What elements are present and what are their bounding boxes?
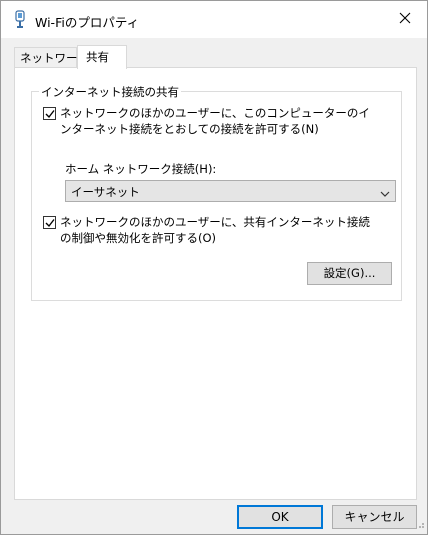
close-icon — [399, 12, 411, 27]
cancel-button[interactable]: キャンセル — [332, 505, 417, 529]
allow-connect-checkbox[interactable] — [43, 107, 56, 120]
allow-connect-label: ネットワークのほかのユーザーに、このコンピューターのインターネット接続をとおして… — [60, 106, 370, 136]
allow-control-checkbox[interactable] — [43, 216, 56, 229]
chevron-down-icon — [380, 187, 390, 201]
title-bar: Wi-Fiのプロパティ — [1, 1, 427, 38]
tab-sharing[interactable]: 共有 — [77, 45, 127, 69]
window-title: Wi-Fiのプロパティ — [35, 15, 140, 30]
allow-control-label: ネットワークのほかのユーザーに、共有インターネット接続の制御や無効化を許可する(… — [60, 215, 370, 245]
sharing-tab-panel: インターネット接続の共有 ネットワークのほかのユーザーに、このコンピューターのイ… — [14, 67, 417, 500]
checkmark-icon — [45, 219, 55, 228]
settings-button[interactable]: 設定(G)... — [307, 262, 392, 285]
home-network-select[interactable]: イーサネット — [65, 180, 396, 202]
tab-network[interactable]: ネットワーク — [14, 47, 89, 67]
ok-button[interactable]: OK — [237, 505, 323, 529]
close-button[interactable] — [383, 1, 427, 38]
home-network-value: イーサネット — [71, 185, 140, 199]
checkmark-icon — [45, 110, 55, 119]
resize-grip-icon[interactable] — [415, 518, 425, 532]
wifi-adapter-icon — [13, 10, 27, 30]
internet-connection-sharing-group: インターネット接続の共有 ネットワークのほかのユーザーに、このコンピューターのイ… — [31, 84, 402, 301]
allow-connect-option[interactable]: ネットワークのほかのユーザーに、このコンピューターのインターネット接続をとおして… — [43, 105, 380, 137]
group-title: インターネット接続の共有 — [39, 84, 181, 100]
home-network-label: ホーム ネットワーク接続(H): — [65, 162, 217, 176]
allow-control-option[interactable]: ネットワークのほかのユーザーに、共有インターネット接続の制御や無効化を許可する(… — [43, 214, 380, 246]
properties-dialog: Wi-Fiのプロパティ ネットワーク 共有 インターネット接続の共有 ネットワー… — [0, 0, 428, 535]
